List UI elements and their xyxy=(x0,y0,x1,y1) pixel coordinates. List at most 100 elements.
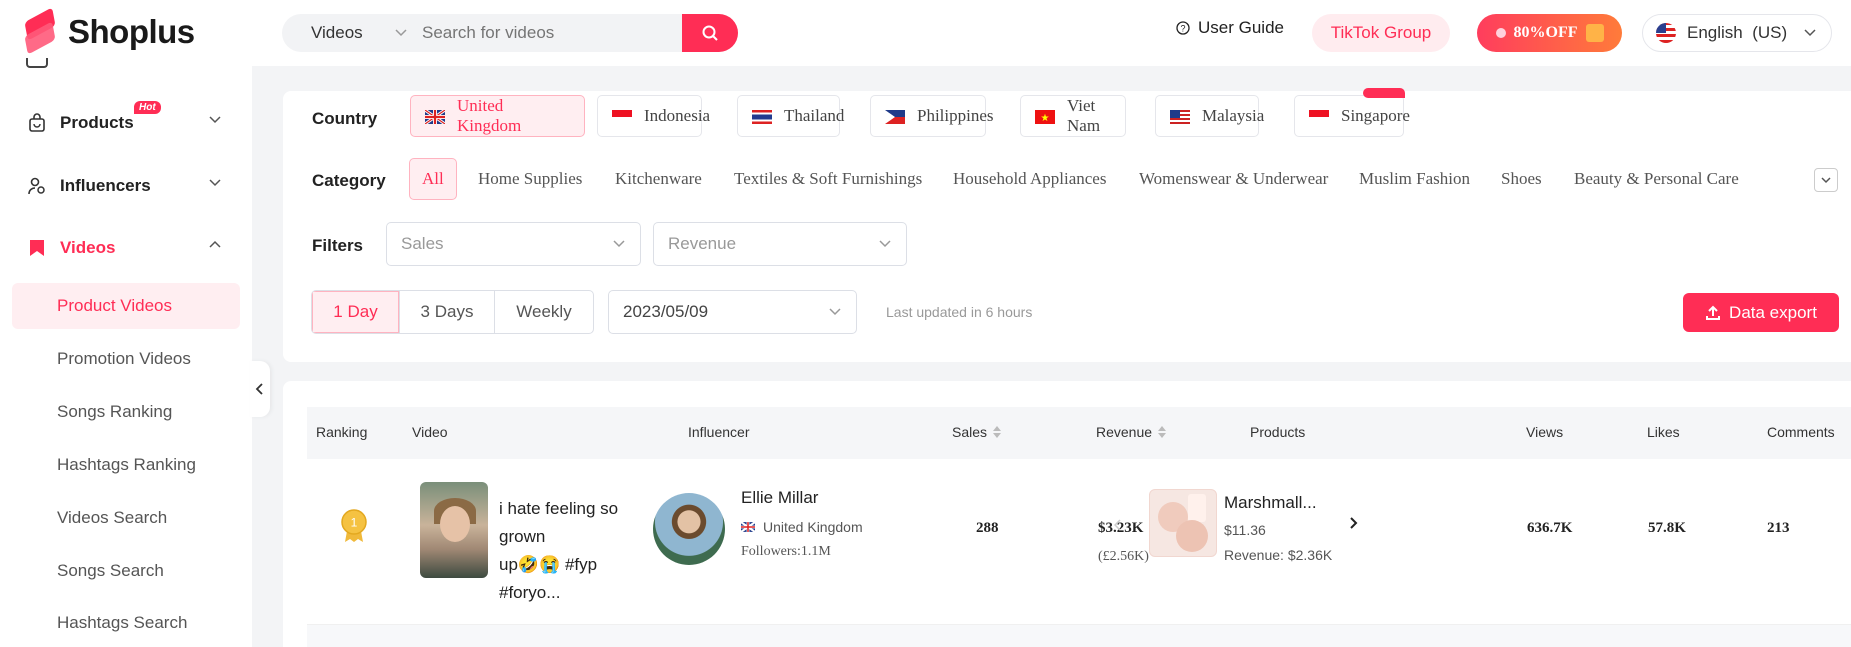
philippines-flag-icon xyxy=(885,109,905,124)
category-label-text: Kitchenware xyxy=(615,169,702,188)
country-viet-nam[interactable]: ★ Viet Nam xyxy=(1020,95,1126,137)
search-type-select[interactable]: Videos xyxy=(282,23,422,43)
country-malaysia[interactable]: Malaysia xyxy=(1155,95,1264,137)
period-1-day[interactable]: 1 Day xyxy=(312,291,400,333)
category-womenswear-underwear[interactable]: Womenswear & Underwear xyxy=(1139,158,1328,200)
promo-banner[interactable]: 80%OFF xyxy=(1477,14,1622,52)
search-type-label: Videos xyxy=(311,23,363,42)
column-revenue[interactable]: Revenue xyxy=(1096,424,1167,440)
filters-label: Filters xyxy=(312,236,364,255)
revenue-filter-select[interactable]: Revenue xyxy=(653,222,907,266)
date-picker[interactable]: 2023/05/09 xyxy=(608,290,857,334)
column-sales[interactable]: Sales xyxy=(952,424,1002,440)
column-comments: Comments xyxy=(1767,424,1835,440)
chevron-down-icon xyxy=(829,308,841,316)
category-household-appliances[interactable]: Household Appliances xyxy=(953,158,1106,200)
category-all[interactable]: All xyxy=(409,158,457,200)
uk-flag-icon xyxy=(424,108,446,126)
malaysia-flag-icon xyxy=(1170,109,1190,124)
country-indonesia[interactable]: Indonesia xyxy=(597,95,710,137)
promo-label: 80%OFF xyxy=(1513,24,1578,41)
category-label-text: Household Appliances xyxy=(953,169,1107,188)
sidebar-item-label: Videos xyxy=(60,238,116,257)
category-shoes[interactable]: Shoes xyxy=(1501,158,1542,200)
chevron-down-icon xyxy=(395,29,407,37)
revenue-filter-placeholder: Revenue xyxy=(668,234,737,253)
video-thumbnail[interactable] xyxy=(420,482,488,578)
sidebar-item-label: Products xyxy=(60,113,134,132)
table-row[interactable]: 1 i hate feeling so grown up🤣😭 #fyp #for… xyxy=(307,459,1851,625)
category-label: Category xyxy=(312,171,386,190)
influencer-followers: Followers:1.1M xyxy=(741,544,831,559)
country-label-text: Malaysia xyxy=(1202,106,1265,125)
category-beauty-personal-care[interactable]: Beauty & Personal Care xyxy=(1574,158,1739,200)
logo[interactable]: Shoplus xyxy=(22,7,195,55)
sidebar-item-products[interactable]: Products Hot xyxy=(0,101,252,143)
column-label: Sales xyxy=(952,424,988,440)
singapore-flag-icon xyxy=(1309,109,1329,124)
sidebar-subitem-label: Videos Search xyxy=(57,508,168,527)
sidebar-subitem-songs-ranking[interactable]: Songs Ranking xyxy=(12,389,240,435)
category-textiles-soft-furnishings[interactable]: Textiles & Soft Furnishings xyxy=(734,158,922,200)
sales-value: 288 xyxy=(976,520,999,536)
table-header: Ranking Video Influencer Sales Revenue P… xyxy=(307,407,1851,459)
tiktok-group-button[interactable]: TikTok Group xyxy=(1312,14,1450,52)
chevron-right-icon[interactable] xyxy=(1349,516,1359,535)
product-revenue: Revenue: $2.36K xyxy=(1224,547,1333,563)
sidebar-item-influencers[interactable]: Influencers xyxy=(0,166,252,206)
category-muslim-fashion[interactable]: Muslim Fashion xyxy=(1359,158,1470,200)
category-expand-button[interactable] xyxy=(1814,168,1838,192)
sidebar-subitem-songs-search[interactable]: Songs Search xyxy=(12,548,240,594)
period-label: Weekly xyxy=(516,302,572,321)
ranking-table: Ranking Video Influencer Sales Revenue P… xyxy=(283,381,1851,647)
sidebar-subitem-promotion-videos[interactable]: Promotion Videos xyxy=(12,336,240,382)
sidebar-collapse-button[interactable] xyxy=(250,361,270,417)
gift-icon xyxy=(1585,24,1604,42)
category-label-text: All xyxy=(422,169,444,188)
gold-medal-icon: 1 xyxy=(341,509,367,543)
period-label: 1 Day xyxy=(333,302,378,321)
sidebar-subitem-label: Songs Search xyxy=(57,561,164,580)
product-name[interactable]: Marshmall... xyxy=(1224,493,1317,513)
chevron-left-icon[interactable] xyxy=(1113,518,1122,534)
period-weekly[interactable]: Weekly xyxy=(495,291,593,333)
country-label-text: Indonesia xyxy=(644,106,711,125)
rank-number: 1 xyxy=(351,516,358,530)
sidebar-subitem-videos-search[interactable]: Videos Search xyxy=(12,495,240,541)
user-guide-link[interactable]: ? User Guide xyxy=(1176,18,1284,38)
data-export-button[interactable]: Data export xyxy=(1683,293,1839,332)
table-row[interactable] xyxy=(307,625,1851,647)
category-label-text: Shoes xyxy=(1501,169,1542,188)
video-title[interactable]: i hate feeling so grown up🤣😭 #fyp #foryo… xyxy=(499,495,659,607)
shopping-bag-icon xyxy=(26,112,48,134)
category-kitchenware[interactable]: Kitchenware xyxy=(615,158,702,200)
likes-value: 57.8K xyxy=(1648,520,1686,536)
period-label: 3 Days xyxy=(420,302,474,321)
language-select[interactable]: English (US) xyxy=(1642,14,1832,52)
country-thailand[interactable]: Thailand xyxy=(737,95,844,137)
chevron-down-icon xyxy=(209,179,221,187)
product-image[interactable] xyxy=(1149,489,1217,557)
sidebar-subitem-hashtags-ranking[interactable]: Hashtags Ranking xyxy=(12,442,240,488)
search-input[interactable] xyxy=(422,23,682,43)
product-price: $11.36 xyxy=(1224,522,1266,538)
sidebar-subitem-product-videos[interactable]: Product Videos xyxy=(12,283,240,329)
influencer-name[interactable]: Ellie Millar xyxy=(741,488,818,508)
search-button[interactable] xyxy=(682,14,738,52)
category-home-supplies[interactable]: Home Supplies xyxy=(478,158,582,200)
country-singapore[interactable]: Singapore xyxy=(1294,88,1410,137)
period-3-days[interactable]: 3 Days xyxy=(400,291,495,333)
sidebar-item-videos[interactable]: Videos xyxy=(0,228,252,268)
sales-filter-select[interactable]: Sales xyxy=(386,222,641,266)
date-value: 2023/05/09 xyxy=(623,302,709,321)
country-philippines[interactable]: Philippines xyxy=(870,95,994,137)
user-settings-icon xyxy=(26,175,48,197)
country-label-text: Viet Nam xyxy=(1067,96,1101,135)
influencer-avatar[interactable] xyxy=(653,493,725,565)
search-bar: Videos xyxy=(282,14,738,52)
category-label-text: Home Supplies xyxy=(478,169,583,188)
sidebar-subitem-hashtags-search[interactable]: Hashtags Search xyxy=(12,600,240,646)
country-united-kingdom[interactable]: United Kingdom xyxy=(410,95,585,137)
column-likes: Likes xyxy=(1647,424,1680,440)
category-label-text: Muslim Fashion xyxy=(1359,169,1470,188)
